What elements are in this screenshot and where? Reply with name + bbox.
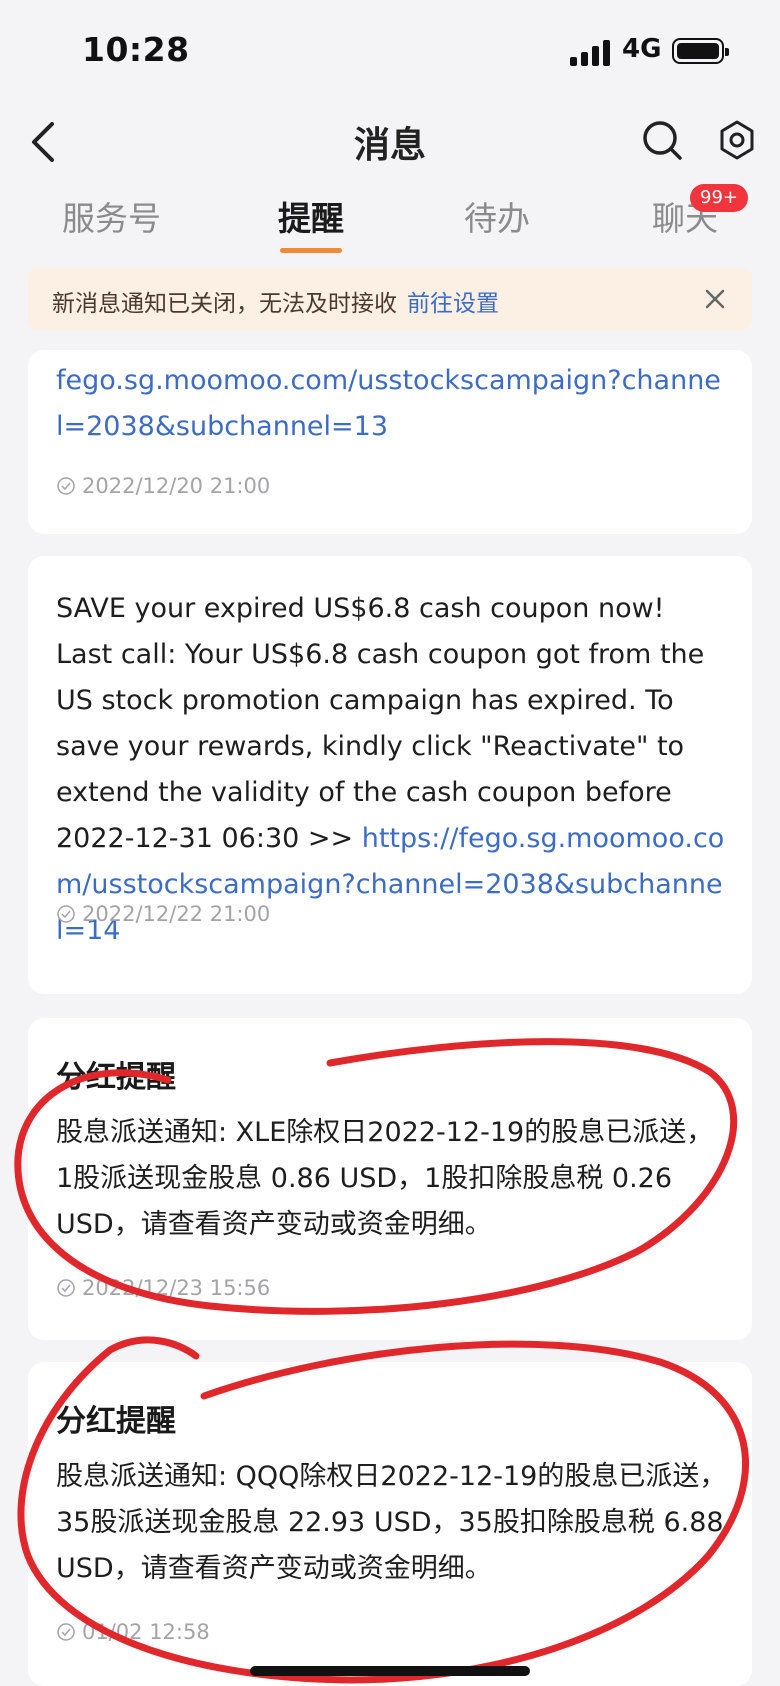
network-type: 4G (622, 34, 662, 64)
status-time: 10:28 (82, 30, 190, 69)
home-indicator (250, 1666, 530, 1676)
search-icon (643, 121, 682, 160)
check-circle-icon (57, 1623, 75, 1641)
message-card[interactable]: 分红提醒 股息派送通知: XLE除权日2022-12-19的股息已派送，1股派送… (28, 1018, 752, 1340)
message-time: 2022/12/20 21:00 (82, 474, 271, 498)
banner-close-button[interactable] (700, 284, 730, 314)
settings-button[interactable] (712, 114, 762, 166)
tab-reminder[interactable]: 提醒 (278, 192, 344, 240)
signal-icon (570, 40, 612, 66)
message-card[interactable]: fego.sg.moomoo.com/usstockscampaign?chan… (28, 350, 752, 534)
message-time: 2022/12/22 21:00 (82, 902, 271, 926)
message-card[interactable]: 分红提醒 股息派送通知: QQQ除权日2022-12-19的股息已派送，35股派… (28, 1362, 752, 1686)
banner-text: 新消息通知已关闭，无法及时接收 (52, 291, 397, 317)
message-text: SAVE your expired US$6.8 cash coupon now… (56, 593, 705, 854)
message-time: 01/02 12:58 (82, 1620, 210, 1644)
battery-icon (672, 38, 729, 64)
back-button[interactable] (20, 116, 72, 168)
nav-bar: 消息 (0, 104, 780, 176)
close-icon (705, 289, 725, 309)
tab-service[interactable]: 服务号 (62, 192, 161, 240)
check-circle-icon (57, 905, 75, 923)
check-circle-icon (57, 1279, 75, 1297)
tab-todo[interactable]: 待办 (464, 192, 530, 240)
search-button[interactable] (638, 114, 688, 166)
message-link[interactable]: fego.sg.moomoo.com/usstockscampaign?chan… (56, 365, 721, 442)
active-tab-indicator (280, 248, 342, 253)
tab-bar: 服务号 提醒 待办 聊天 (0, 184, 780, 256)
chevron-left-icon (32, 122, 54, 162)
message-title: 分红提醒 (56, 1404, 176, 1439)
status-bar: 10:28 4G (0, 0, 780, 104)
notification-banner: 新消息通知已关闭，无法及时接收 前往设置 (28, 268, 752, 330)
check-circle-icon (57, 477, 75, 495)
message-card[interactable]: SAVE your expired US$6.8 cash coupon now… (28, 556, 752, 994)
message-title: 分红提醒 (56, 1060, 176, 1095)
unread-badge: 99+ (690, 184, 748, 212)
message-text: 股息派送通知: QQQ除权日2022-12-19的股息已派送，35股派送现金股息… (56, 1461, 727, 1584)
message-time: 2022/12/23 15:56 (82, 1276, 271, 1300)
hexagon-gear-icon (720, 120, 754, 160)
message-text: 股息派送通知: XLE除权日2022-12-19的股息已派送，1股派送现金股息 … (56, 1117, 714, 1240)
banner-settings-link[interactable]: 前往设置 (407, 291, 499, 317)
